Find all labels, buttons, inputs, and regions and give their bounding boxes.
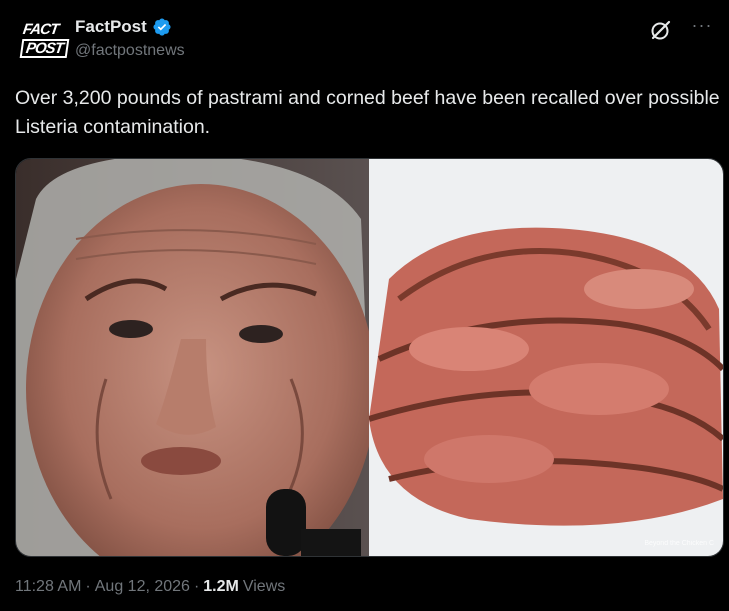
verified-badge-icon [153,18,171,36]
meta-separator: · [85,578,91,595]
post-date[interactable]: Aug 12, 2026 [95,578,190,596]
photo-pastrami[interactable]: Beyond the Chicken C [369,159,723,556]
photo-man-face[interactable] [16,159,369,556]
name-row: FactPost [75,17,172,37]
avatar-line2: POST [19,39,70,58]
post-meta: 11:28 AM · Aug 12, 2026 · 1.2M Views [15,578,285,596]
views-label: Views [242,578,286,595]
views-count: 1.2M [203,578,239,595]
handle[interactable]: @factpostnews [75,42,185,60]
post-header: FACT POST FactPost @factpostnews ··· [15,14,715,64]
post-text: Over 3,200 pounds of pastrami and corned… [15,87,720,138]
meta-separator: · [193,578,200,595]
post-time[interactable]: 11:28 AM [15,578,81,596]
media-grid[interactable]: Beyond the Chicken C [15,158,724,557]
display-name[interactable]: FactPost [75,17,147,37]
avatar-line1: FACT [21,21,60,38]
grok-icon[interactable] [649,18,673,42]
more-options-icon[interactable]: ··· [689,16,715,42]
photo-watermark: Beyond the Chicken C [644,540,714,547]
avatar[interactable]: FACT POST [19,20,70,60]
